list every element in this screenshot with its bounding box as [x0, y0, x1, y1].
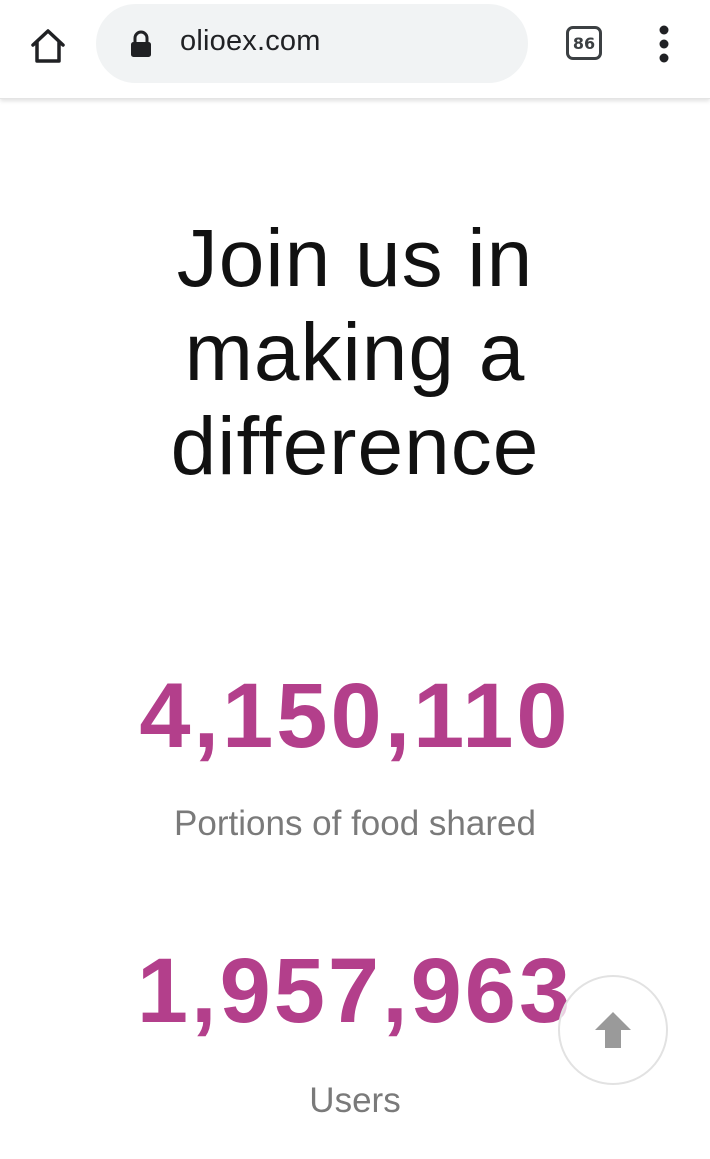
arrow-up-icon: [595, 1012, 631, 1048]
headline-line-2: making a: [184, 307, 526, 398]
headline-line-1: Join us in: [176, 213, 534, 304]
lock-icon: [131, 30, 151, 57]
browser-menu-button[interactable]: [650, 24, 678, 64]
page-content: Join us in making a difference 4,150,110…: [0, 99, 710, 1159]
scroll-to-top-button[interactable]: [558, 975, 668, 1085]
address-bar[interactable]: olioex.com: [96, 4, 528, 83]
headline-line-3: difference: [170, 401, 540, 492]
home-icon: [31, 29, 65, 63]
portions-shared-label: Portions of food shared: [174, 804, 536, 843]
users-label: Users: [309, 1081, 401, 1120]
tab-switcher-button[interactable]: 86: [566, 26, 602, 60]
portions-shared-count: 4,150,110: [139, 665, 571, 767]
url-text: olioex.com: [180, 25, 321, 57]
tab-count: 86: [572, 33, 596, 53]
more-vert-icon: [659, 25, 669, 63]
home-button[interactable]: [22, 20, 74, 72]
page-headline: Join us in making a difference: [0, 212, 710, 494]
browser-toolbar: olioex.com 86: [0, 0, 710, 99]
